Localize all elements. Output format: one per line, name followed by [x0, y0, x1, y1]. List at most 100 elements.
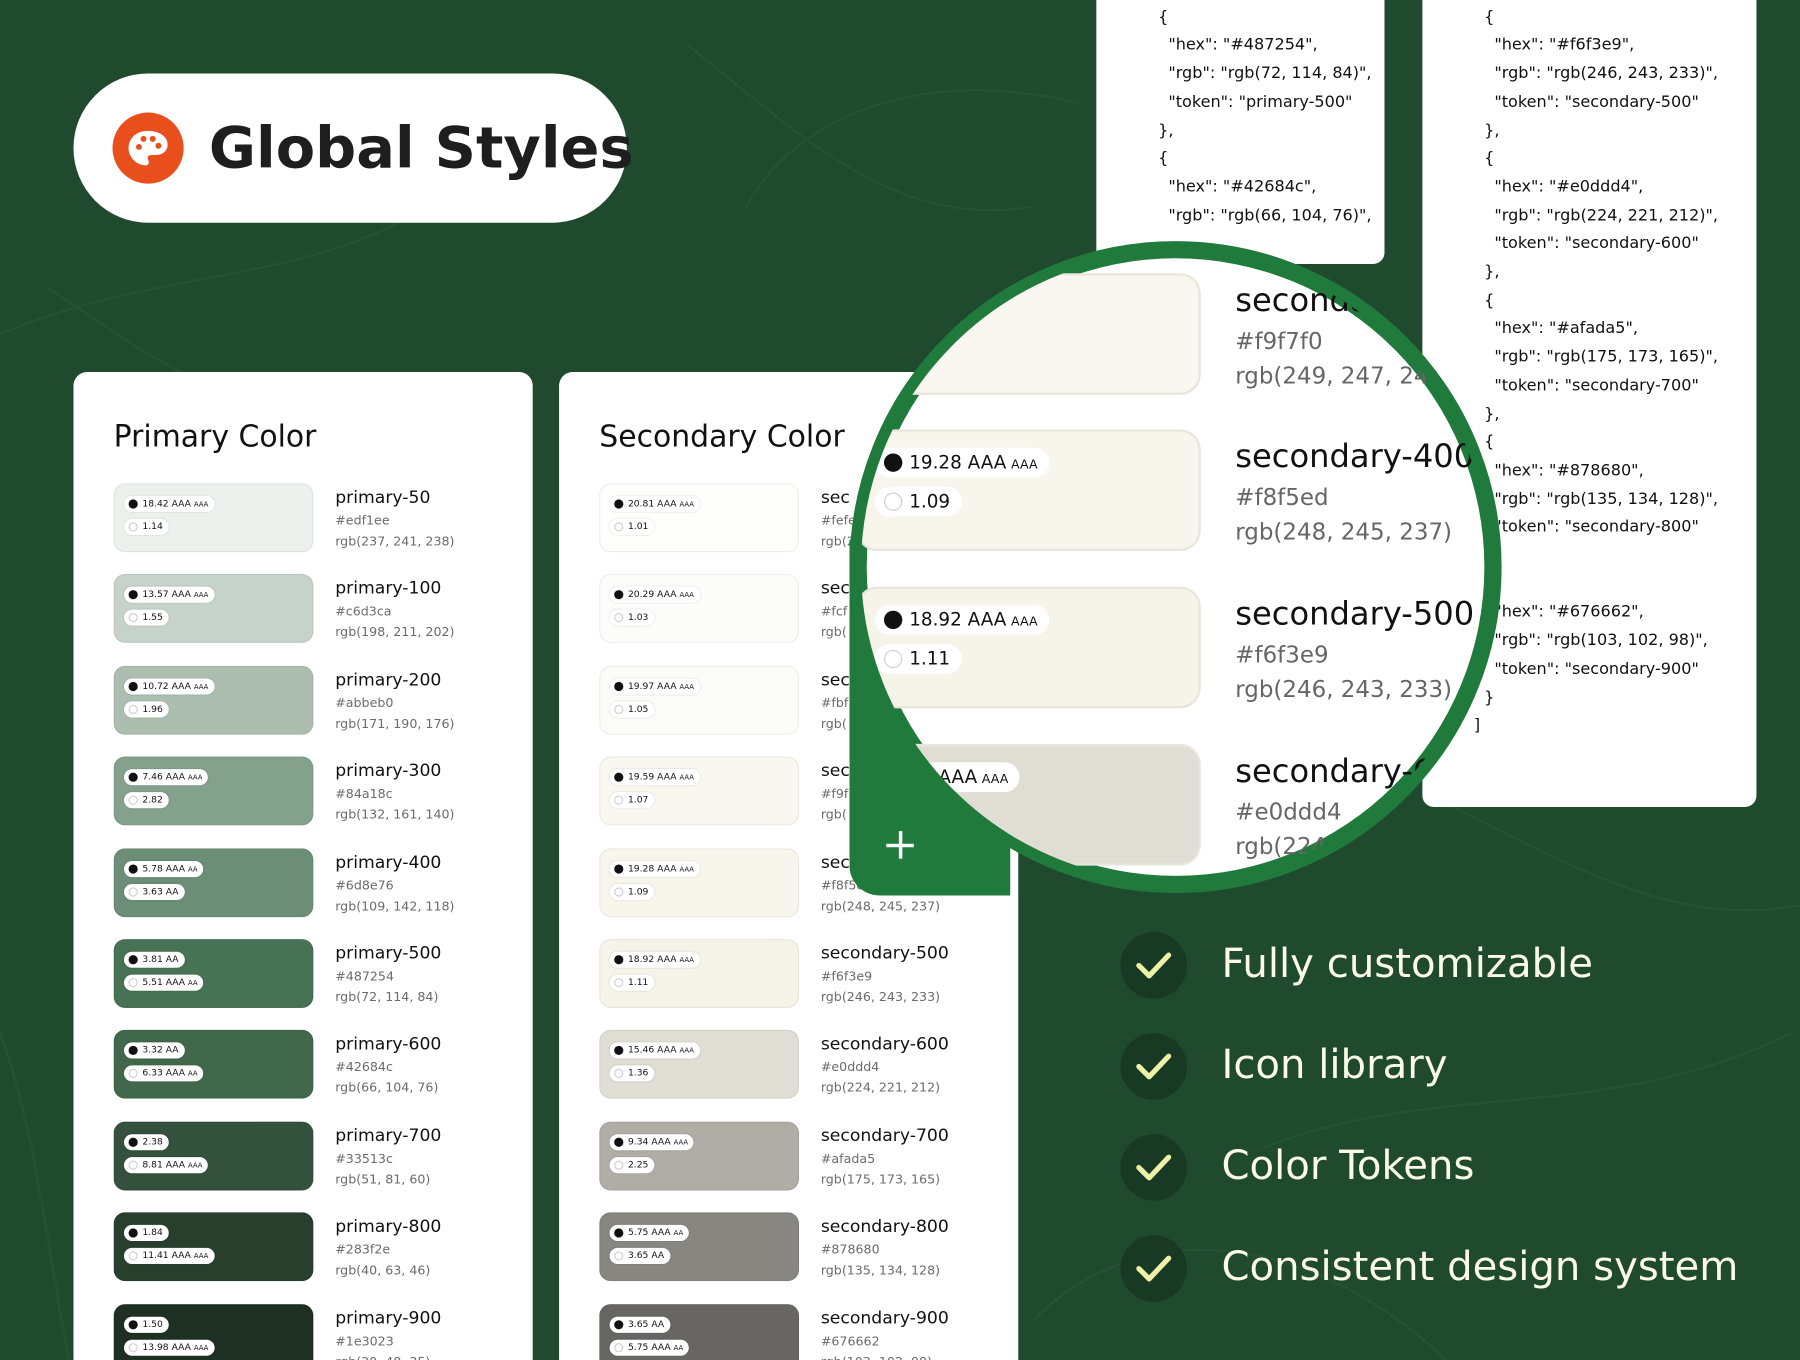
contrast-dot [128, 1137, 138, 1147]
contrast-chip: 1.14 [123, 518, 169, 535]
contrast-value: 3.65 AA [627, 1318, 665, 1329]
contrast-value: 1.05 [627, 703, 649, 714]
color-row[interactable]: 9.34 AAA AAA 2.25 secondary-700 #afada5 rgb(… [599, 1121, 1012, 1191]
contrast-dot [614, 1046, 624, 1056]
color-hex: #6d8e76 [335, 877, 394, 893]
contrast-dot [128, 1160, 138, 1170]
color-swatch[interactable]: 7.46 AAA AAA 2.82 [113, 756, 314, 826]
color-rgb: rgb(103, 102, 98) [821, 1353, 932, 1360]
contrast-chip: 20.29 AAA AAA [609, 587, 700, 604]
color-row[interactable]: 13.57 AAA AAA 1.55 primary-100 #c6d3ca rgb(1… [113, 574, 527, 644]
color-swatch[interactable]: 5.75 AAA AA 3.65 AA [599, 1212, 800, 1282]
magnified-token-name: secondary-500 [1235, 594, 1475, 633]
magnified-swatch[interactable]: AAA [856, 273, 1201, 395]
color-row[interactable]: 1.84 11.41 AAA AAA primary-800 #283f2e rgb(4… [113, 1212, 527, 1282]
contrast-value: 13.98 AAA [142, 1341, 191, 1352]
palette-icon [112, 112, 184, 184]
contrast-chip: 1.50 [123, 1316, 169, 1333]
color-rgb: rgb(132, 161, 140) [335, 807, 455, 823]
color-token-name: primary-200 [335, 669, 442, 690]
color-rgb: rgb(248, 245, 237) [820, 898, 941, 914]
color-swatch[interactable]: 3.81 AA 5.51 AAA AA [113, 939, 314, 1008]
contrast-dot [883, 649, 903, 669]
color-hex: #e0ddd4 [820, 1060, 880, 1075]
color-row[interactable]: 18.42 AAA AAA 1.14 primary-50 #edf1ee rgb(23… [113, 483, 527, 553]
contrast-value: 19.28 AAA [627, 862, 677, 874]
magnified-row: 19.28 AAA AAA 1.09 secondary-400 #f8f5ed rgb(… [856, 429, 1494, 555]
contrast-chip: 3.65 AA [609, 1248, 670, 1265]
contrast-value: 1.11 [627, 976, 649, 988]
color-swatch[interactable]: 13.57 AAA AAA 1.55 [113, 574, 314, 644]
contrast-chip: 1.55 [123, 610, 169, 627]
contrast-value: AAA [909, 295, 948, 317]
plus-icon[interactable] [867, 812, 933, 878]
feature-item: Icon library [1120, 1033, 1763, 1102]
color-row[interactable]: 5.78 AAA AA 3.63 AA primary-400 #6d8e76 rgb(… [113, 847, 527, 917]
color-row[interactable]: 3.65 AA 5.75 AAA AA secondary-900 #676662 rg… [599, 1303, 1012, 1360]
feature-label: Consistent design system [1221, 1244, 1739, 1291]
contrast-value: 5.51 AAA [142, 976, 186, 988]
contrast-dot [128, 795, 138, 805]
color-token-name: primary-300 [335, 760, 442, 781]
color-swatch[interactable]: 1.50 13.98 AAA AAA [113, 1303, 314, 1360]
color-swatch[interactable]: 3.32 AA 6.33 AAA AA [113, 1030, 314, 1100]
color-swatch[interactable]: 9.34 AAA AAA 2.25 [599, 1121, 800, 1191]
color-swatch[interactable]: 19.97 AAA AAA 1.05 [599, 665, 800, 735]
contrast-dot [128, 704, 138, 714]
magnified-swatch[interactable]: 19.28 AAA AAA 1.09 [856, 429, 1201, 552]
contrast-chip: 8.81 AAA AAA [123, 1156, 209, 1174]
magnified-swatch[interactable]: 18.92 AAA AAA 1.11 [856, 586, 1201, 709]
contrast-grade: AAA [193, 1252, 209, 1261]
color-row[interactable]: 3.81 AA 5.51 AAA AA primary-500 #487254 rgb(… [113, 939, 527, 1008]
color-row[interactable]: 10.72 AAA AAA 1.96 primary-200 #abbeb0 rgb(1… [113, 665, 527, 735]
contrast-chip: 1.07 [609, 792, 655, 809]
primary-heading: Primary Color [113, 420, 317, 455]
magnified-rgb: rgb(249, 247, 240) [1235, 361, 1453, 390]
color-row[interactable]: 15.46 AAA AAA 1.36 secondary-600 #e0ddd4 rgb… [599, 1030, 1012, 1100]
color-row[interactable]: 2.38 8.81 AAA AAA primary-700 #33513c rgb(51… [113, 1121, 527, 1191]
contrast-chip: 11.41 AAA AAA [123, 1248, 215, 1265]
color-swatch[interactable]: 5.78 AAA AA 3.63 AA [113, 847, 314, 917]
contrast-value: 1.55 [142, 612, 163, 623]
color-row[interactable]: 18.92 AAA AAA 1.11 secondary-500 #f6f3e9 rgb… [599, 939, 1012, 1008]
color-swatch[interactable]: 10.72 AAA AAA 1.96 [113, 665, 314, 735]
contrast-grade: AA [673, 1343, 684, 1352]
contrast-grade: AA [188, 865, 198, 874]
color-row[interactable]: 3.32 AA 6.33 AAA AA primary-600 #42684c rgb(… [113, 1030, 527, 1100]
color-swatch[interactable]: 3.65 AA 5.75 AAA AA [599, 1303, 800, 1360]
color-swatch[interactable]: 18.42 AAA AAA 1.14 [113, 483, 314, 553]
color-row[interactable]: 1.50 13.98 AAA AAA primary-900 #1e3023 rgb(3… [113, 1303, 527, 1360]
color-row[interactable]: 5.75 AAA AA 3.65 AA secondary-800 #878680 rg… [599, 1212, 1012, 1282]
color-swatch[interactable]: 19.28 AAA AAA 1.09 [599, 847, 800, 917]
contrast-grade: AAA [188, 1161, 203, 1170]
color-hex: #c6d3ca [335, 604, 392, 620]
color-token-name: sec [820, 669, 850, 690]
contrast-chip: 1.11 [609, 974, 655, 991]
contrast-chip: 15.46 AAA AAA [609, 1042, 700, 1059]
contrast-value: 1.84 [142, 1227, 163, 1238]
contrast-grade: AAA [193, 591, 209, 600]
color-rgb: rgb(224, 221, 212) [820, 1080, 941, 1096]
contrast-value: 1.09 [627, 885, 649, 897]
color-swatch[interactable]: 18.92 AAA AAA 1.11 [599, 939, 800, 1008]
color-rgb: rgb(66, 104, 76) [335, 1080, 439, 1096]
contrast-value: 2.25 [627, 1159, 649, 1170]
color-swatch[interactable]: 20.29 AAA AAA 1.03 [599, 574, 800, 644]
contrast-value: 1.07 [627, 794, 649, 805]
feature-label: Icon library [1221, 1042, 1448, 1089]
color-swatch[interactable]: 20.81 AAA AAA 1.01 [599, 483, 800, 553]
color-row[interactable]: 7.46 AAA AAA 2.82 primary-300 #84a18c rgb(13… [113, 756, 527, 826]
color-swatch[interactable]: 2.38 8.81 AAA AAA [113, 1121, 314, 1191]
magnified-row: AAA seconda #f9f7f0 rgb(249, 247, 240) [856, 273, 1494, 399]
contrast-value: 1.09 [909, 490, 951, 513]
contrast-dot [128, 613, 138, 623]
contrast-chip: 1.36 [609, 1065, 655, 1082]
contrast-value: 1.14 [142, 521, 163, 532]
contrast-dot [614, 681, 624, 691]
color-token-name: primary-50 [335, 486, 431, 508]
color-swatch[interactable]: 1.84 11.41 AAA AAA [113, 1212, 314, 1282]
color-hex: #edf1ee [335, 513, 390, 529]
color-swatch[interactable]: 19.59 AAA AAA 1.07 [599, 756, 800, 826]
color-swatch[interactable]: 15.46 AAA AAA 1.36 [599, 1030, 800, 1100]
color-token-name: sec [820, 851, 850, 873]
